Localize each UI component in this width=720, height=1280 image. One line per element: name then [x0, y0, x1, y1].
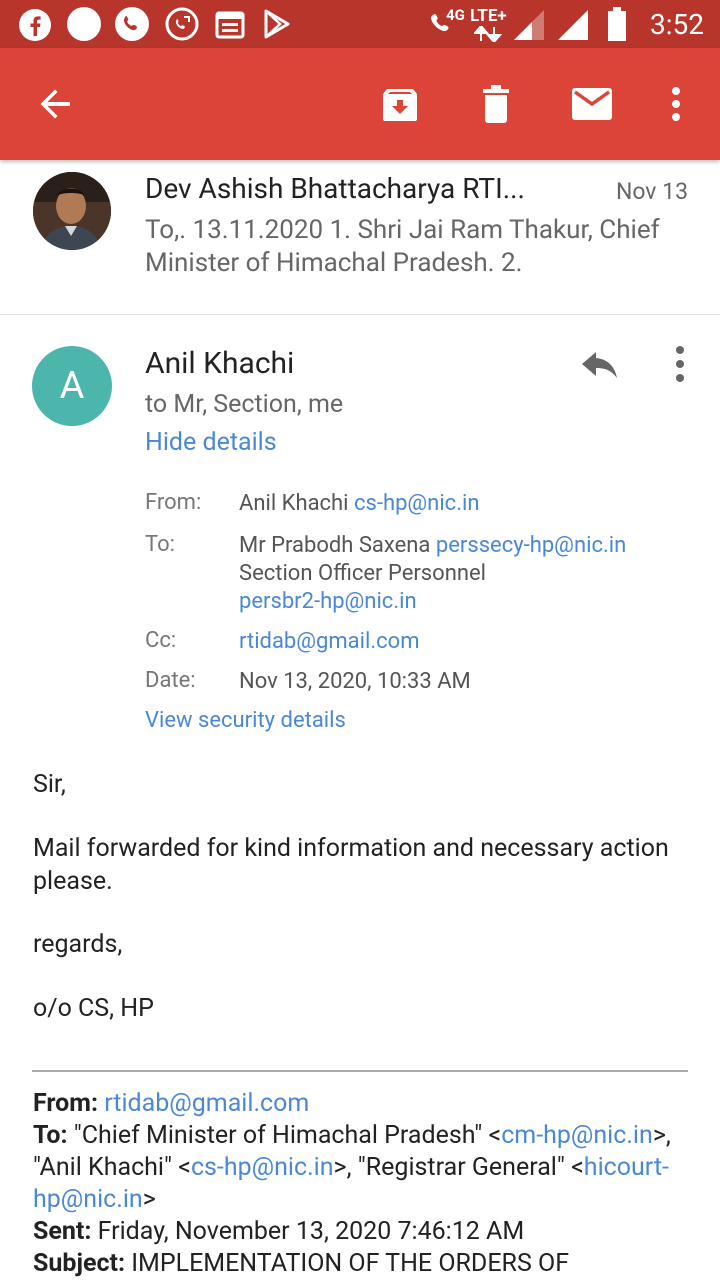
body-main-text: Mail forwarded for kind information and …: [33, 834, 669, 896]
quoted-to-email-link-2[interactable]: cs-hp@nic.in: [191, 1153, 334, 1182]
mark-unread-button[interactable]: [556, 48, 628, 160]
battery-icon: [608, 7, 626, 41]
to-name-2: Section Officer Personnel: [239, 561, 487, 586]
more-options-button[interactable]: [650, 48, 702, 160]
forwarded-header: From: rtidab@gmail.com To: "Chief Minist…: [33, 1088, 693, 1280]
quoted-from-email-link[interactable]: rtidab@gmail.com: [104, 1089, 309, 1118]
cc-label: Cc:: [145, 628, 177, 653]
quoted-divider: [32, 1070, 688, 1072]
to-email-link-1[interactable]: perssecy-hp@nic.in: [436, 533, 626, 558]
from-value: Anil Khachi cs-hp@nic.in: [239, 490, 480, 518]
sender-avatar[interactable]: A: [32, 346, 112, 426]
delete-icon: [483, 85, 509, 123]
facebook-icon: [19, 9, 51, 41]
hide-details-link[interactable]: Hide details: [145, 428, 277, 457]
quoted-subject-label: Subject:: [33, 1249, 125, 1278]
body-signature: o/o CS, HP: [33, 994, 154, 1023]
signal-strength-icon: [514, 10, 544, 40]
date-value: Nov 13, 2020, 10:33 AM: [239, 669, 471, 694]
collapsed-sender-name: Dev Ashish Bhattacharya RTI...: [145, 172, 525, 205]
mark-unread-icon: [572, 88, 612, 120]
quoted-sent-label: Sent:: [33, 1217, 92, 1246]
quoted-to-part-1: "Chief Minister of Himachal Pradesh" <: [73, 1121, 502, 1150]
body-regards: regards,: [33, 930, 123, 959]
reply-icon: [582, 352, 617, 378]
app-bar: [0, 48, 720, 160]
clock-time: 3:52: [650, 8, 704, 41]
quoted-sent-value: Friday, November 13, 2020 7:46:12 AM: [97, 1217, 525, 1246]
date-label: Date:: [145, 668, 196, 693]
view-security-details-link[interactable]: View security details: [145, 708, 346, 733]
body-greeting: Sir,: [33, 770, 66, 799]
calendar-icon: [215, 11, 245, 39]
sender-name: Anil Khachi: [145, 346, 295, 381]
delete-button[interactable]: [460, 48, 532, 160]
from-name: Anil Khachi: [239, 491, 349, 516]
collapsed-message-snippet: To,. 13.11.2020 1. Shri Jai Ram Thakur, …: [145, 215, 660, 278]
play-store-icon: [264, 9, 290, 39]
quoted-to-part-4: >: [142, 1185, 156, 1214]
recipients-summary: to Mr, Section, me: [145, 390, 344, 419]
quoted-subject-value: IMPLEMENTATION OF THE ORDERS OF: [131, 1249, 570, 1278]
reply-button[interactable]: [578, 342, 622, 386]
back-arrow-icon: [40, 89, 70, 119]
data-arrows-icon: [474, 26, 502, 42]
archive-icon: [383, 89, 417, 121]
collapsed-message-date: Nov 13: [615, 178, 688, 205]
to-name-1: Mr Prabodh Saxena: [239, 533, 431, 558]
call-forward-icon: [165, 7, 199, 41]
cc-email-link[interactable]: rtidab@gmail.com: [239, 628, 420, 656]
to-label: To:: [145, 532, 175, 557]
network-lte-label: LTE+: [470, 6, 507, 26]
from-label: From:: [145, 490, 202, 515]
quoted-from-label: From:: [33, 1089, 98, 1118]
phone-call-icon: [115, 7, 149, 41]
more-vert-icon: [676, 346, 684, 382]
network-4g-label: 4G: [446, 6, 465, 24]
more-vert-icon: [672, 87, 680, 121]
archive-button[interactable]: [364, 48, 436, 160]
sender-avatar-photo[interactable]: [33, 172, 111, 250]
notification-dot-icon: [67, 7, 101, 41]
from-email-link[interactable]: cs-hp@nic.in: [354, 491, 480, 516]
quoted-to-label: To:: [33, 1121, 68, 1150]
quoted-to-part-3: >, "Registrar General" <: [333, 1153, 584, 1182]
message-more-button[interactable]: [672, 344, 688, 384]
status-bar: 4G LTE+ 3:52: [0, 0, 720, 48]
person-photo-icon: [33, 172, 111, 250]
quoted-to-email-link-1[interactable]: cm-hp@nic.in: [501, 1121, 653, 1150]
back-button[interactable]: [20, 48, 92, 160]
signal-strength-2-icon: [558, 10, 588, 40]
to-value: Mr Prabodh Saxena perssecy-hp@nic.in Sec…: [239, 532, 626, 616]
to-email-link-2[interactable]: persbr2-hp@nic.in: [239, 588, 626, 616]
